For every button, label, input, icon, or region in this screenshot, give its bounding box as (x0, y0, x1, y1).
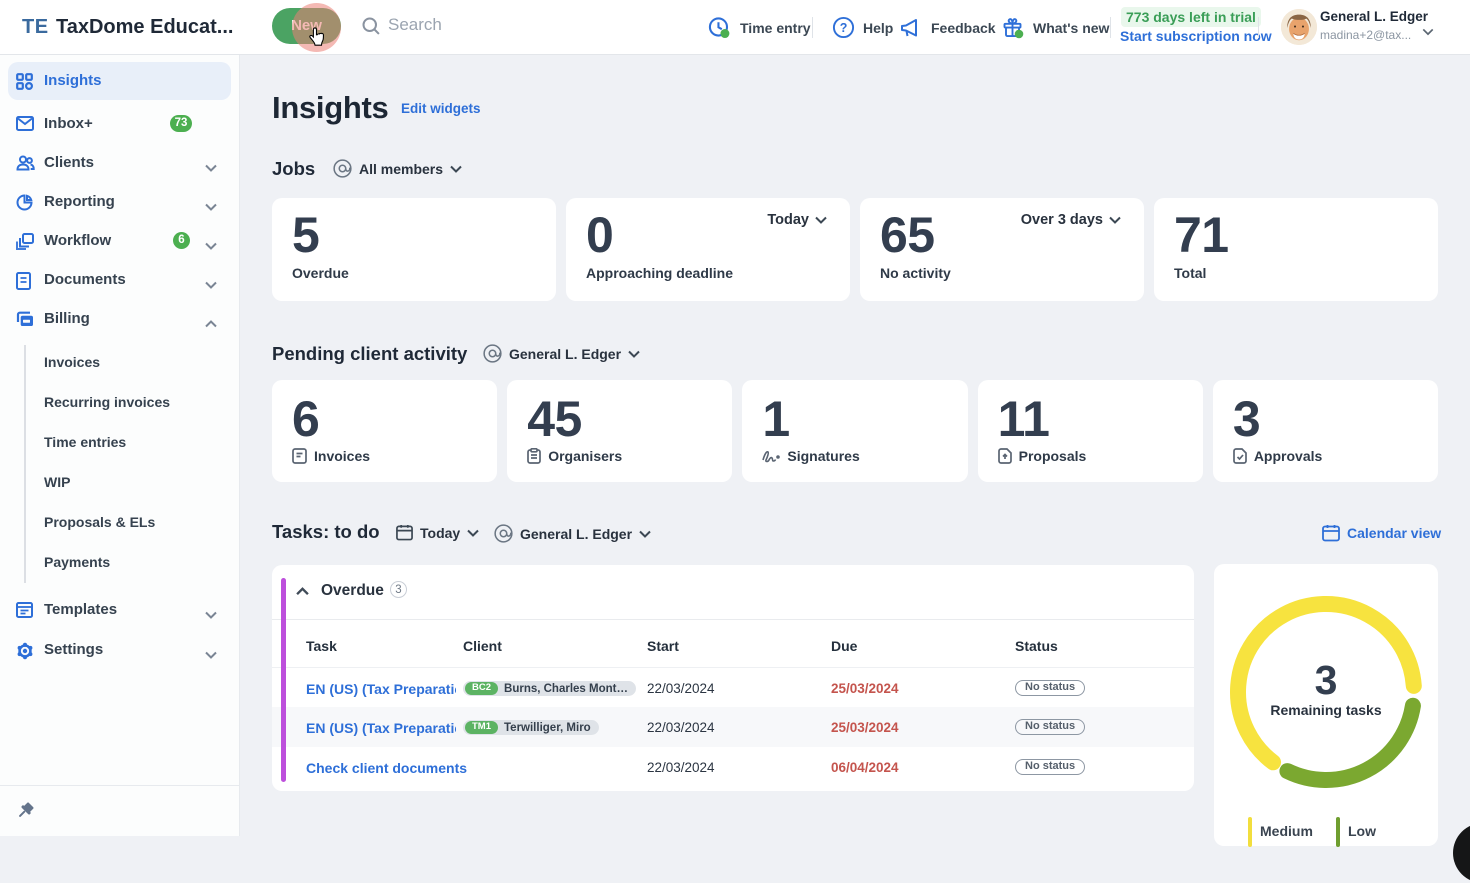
svg-text:?: ? (840, 21, 848, 35)
